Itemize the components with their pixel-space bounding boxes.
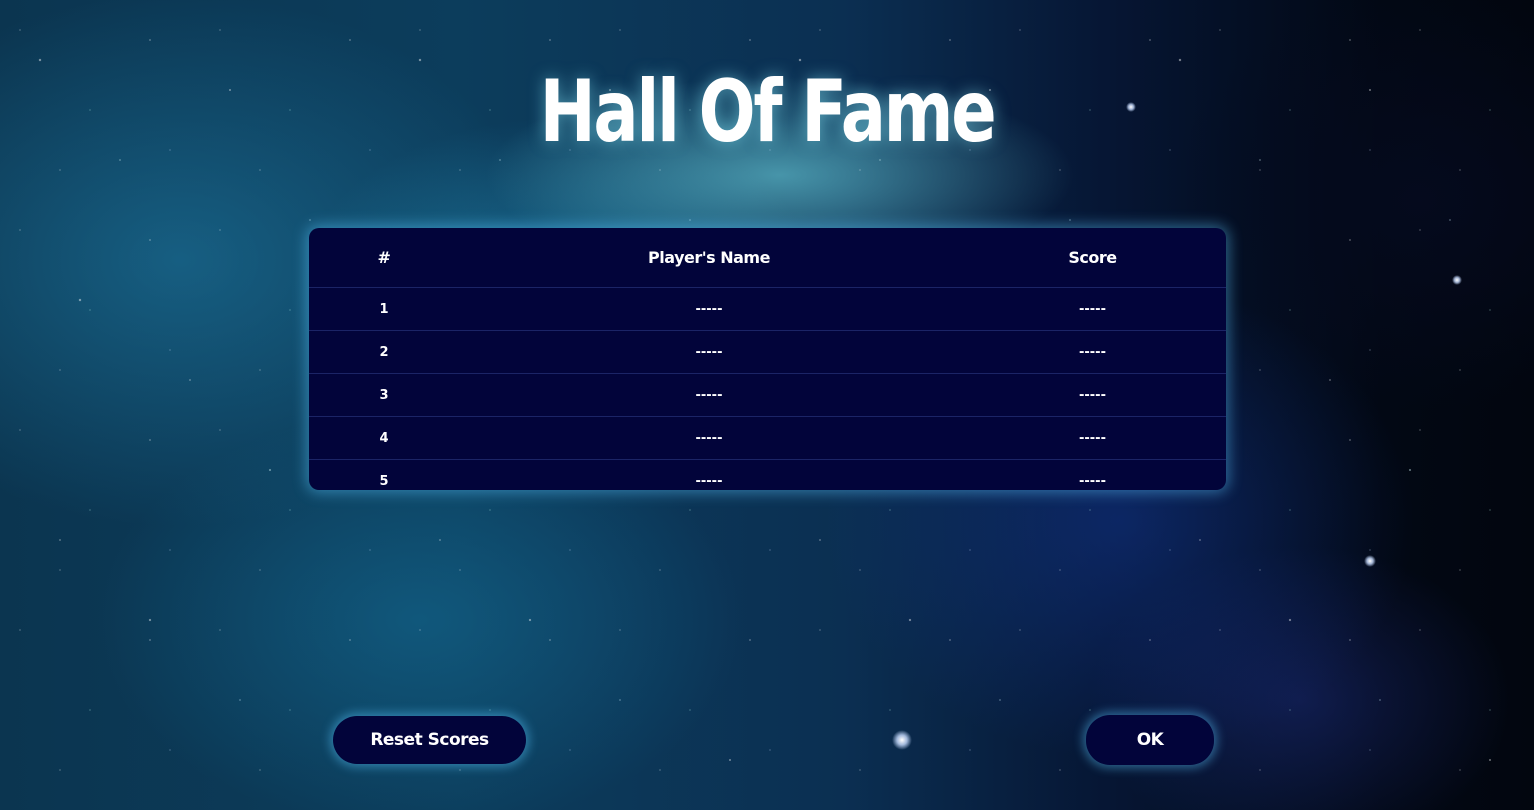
score-cell: -----: [959, 287, 1226, 331]
table-row: 2 ----- -----: [309, 330, 1226, 374]
player-name-cell: -----: [459, 416, 959, 460]
high-score-table-panel: # Player's Name Score 1 ----- ----- 2 --…: [309, 228, 1226, 490]
rank-cell: 1: [309, 287, 459, 331]
high-score-table: # Player's Name Score 1 ----- ----- 2 --…: [309, 228, 1226, 490]
table-row: 1 ----- -----: [309, 287, 1226, 331]
reset-scores-button[interactable]: Reset Scores: [333, 716, 526, 764]
column-header-score: Score: [1068, 248, 1117, 267]
player-name-cell: -----: [459, 373, 959, 417]
table-row: 4 ----- -----: [309, 416, 1226, 460]
column-header-rank: #: [377, 248, 391, 267]
player-name-cell: -----: [459, 330, 959, 374]
ok-button[interactable]: OK: [1086, 715, 1214, 765]
score-cell: -----: [959, 459, 1226, 490]
score-cell: -----: [959, 330, 1226, 374]
score-cell: -----: [959, 373, 1226, 417]
score-cell: -----: [959, 416, 1226, 460]
bright-star: [892, 730, 912, 750]
rank-cell: 2: [309, 330, 459, 374]
bright-star: [1364, 555, 1376, 567]
table-header-row: # Player's Name Score: [309, 228, 1226, 288]
player-name-cell: -----: [459, 287, 959, 331]
table-row: 3 ----- -----: [309, 373, 1226, 417]
rank-cell: 4: [309, 416, 459, 460]
page-title: Hall Of Fame: [539, 62, 997, 162]
table-row: 5 ----- -----: [309, 459, 1226, 490]
column-header-player-name: Player's Name: [648, 248, 770, 267]
bright-star: [1452, 275, 1462, 285]
player-name-cell: -----: [459, 459, 959, 490]
rank-cell: 3: [309, 373, 459, 417]
rank-cell: 5: [309, 459, 459, 490]
